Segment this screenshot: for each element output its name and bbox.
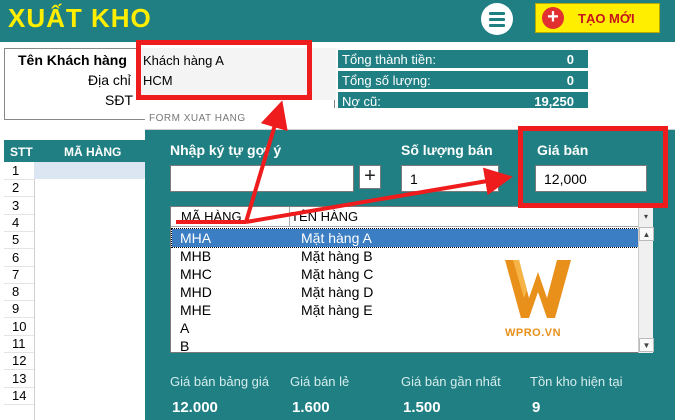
list-item-code: MHD: [180, 284, 212, 300]
plus-circle-icon: +: [542, 7, 564, 29]
stat-value-retail-price: 1.600: [292, 399, 330, 416]
stat-label-retail-price: Giá bán lẻ: [290, 374, 350, 389]
list-item-code: B: [180, 338, 190, 354]
list-item-name: Mặt hàng C: [301, 266, 374, 282]
customer-name-label: Tên Khách hàng: [18, 52, 127, 68]
stat-label-list-price: Giá bán bảng giá: [170, 374, 270, 389]
quantity-input[interactable]: 1: [401, 165, 499, 192]
logo-text: WPRO.VN: [505, 327, 562, 339]
list-item-code: MHA: [180, 230, 212, 246]
sheet-row-number: 4: [4, 215, 34, 232]
new-button[interactable]: + TẠO MỚI: [535, 3, 660, 33]
search-input[interactable]: [170, 165, 354, 192]
summary-row-quantity: Tổng số lượng: 0: [338, 71, 588, 89]
stat-value-list-price: 12.000: [172, 399, 218, 416]
listbox-corner-scroll[interactable]: ▾: [638, 207, 653, 227]
list-item-name: Mặt hàng B: [301, 248, 373, 264]
listbox-col-code: MÃ HÀNG: [181, 209, 242, 224]
customer-phone-label: SĐT: [105, 92, 133, 108]
form-title: FORM XUAT HANG: [149, 113, 246, 124]
menu-button[interactable]: [481, 3, 513, 35]
app-header: XUẤT KHO + TẠO MỚI: [0, 0, 675, 42]
scroll-up-icon[interactable]: ▲: [639, 227, 654, 241]
annotation-box-price: [518, 126, 668, 208]
list-item-name: Mặt hàng E: [301, 302, 373, 318]
sheet-row-number: 14: [4, 388, 34, 405]
col-code: MÃ HÀNG: [64, 145, 122, 159]
stat-value-last-price: 1.500: [403, 399, 441, 416]
hamburger-menu-icon: [489, 12, 505, 15]
list-item-name: Mặt hàng D: [301, 284, 374, 300]
quantity-label: Số lượng bán: [401, 142, 493, 158]
sheet-row-number: 3: [4, 198, 34, 215]
list-item-code: MHB: [180, 248, 212, 264]
summary-panel: Tổng thành tiền: 0 Tổng số lượng: 0 Nợ c…: [338, 48, 675, 110]
sheet-row-number: 9: [4, 301, 34, 319]
add-button[interactable]: +: [359, 165, 381, 189]
stat-value-stock: 9: [532, 399, 541, 416]
search-label: Nhập ký tự gợi ý: [170, 142, 282, 158]
sheet-row-number: 10: [4, 319, 34, 336]
sheet-row-number: 6: [4, 250, 34, 267]
sheet-row-number: 13: [4, 371, 34, 388]
list-item-code: A: [180, 320, 190, 336]
scroll-down-icon[interactable]: ▼: [639, 338, 654, 352]
product-listbox[interactable]: MÃ HÀNG TÊN HÀNG ▾ MHA Mặt hàng A MHB Mặt h…: [170, 206, 654, 355]
sheet-row-number: 7: [4, 267, 34, 284]
sheet-row-number: 1: [4, 163, 34, 180]
stat-label-last-price: Giá bán gần nhất: [401, 374, 501, 389]
sheet-row-number: 8: [4, 284, 34, 302]
sheet-row-number: 5: [4, 232, 34, 250]
sheet-row-number: 2: [4, 180, 34, 198]
page-title: XUẤT KHO: [8, 3, 152, 33]
list-item[interactable]: MHA Mặt hàng A: [171, 228, 639, 248]
sheet-table-header: STT MÃ HÀNG: [4, 140, 145, 162]
list-item-name: Mặt hàng A: [301, 230, 372, 246]
sheet-row-number: 11: [4, 336, 34, 353]
listbox-header: MÃ HÀNG TÊN HÀNG: [171, 207, 638, 227]
list-item-code: MHC: [180, 266, 212, 282]
listbox-col-name: TÊN HÀNG: [291, 209, 359, 224]
sheet-selected-row[interactable]: [34, 162, 145, 179]
customer-address-label: Địa chỉ: [88, 72, 131, 88]
col-stt: STT: [10, 145, 33, 159]
list-item[interactable]: B: [172, 337, 638, 355]
sheet-row-number: 12: [4, 353, 34, 371]
wpro-logo-icon: [505, 260, 571, 318]
annotation-box-customer: [136, 40, 312, 100]
listbox-scrollbar[interactable]: ▲ ▼: [638, 227, 654, 353]
list-item-code: MHE: [180, 302, 212, 318]
summary-row-total: Tổng thành tiền: 0: [338, 50, 588, 68]
stat-label-stock: Tồn kho hiện tại: [530, 374, 623, 389]
new-button-label: TẠO MỚI: [578, 11, 635, 26]
sheet-code-column[interactable]: [34, 162, 145, 420]
